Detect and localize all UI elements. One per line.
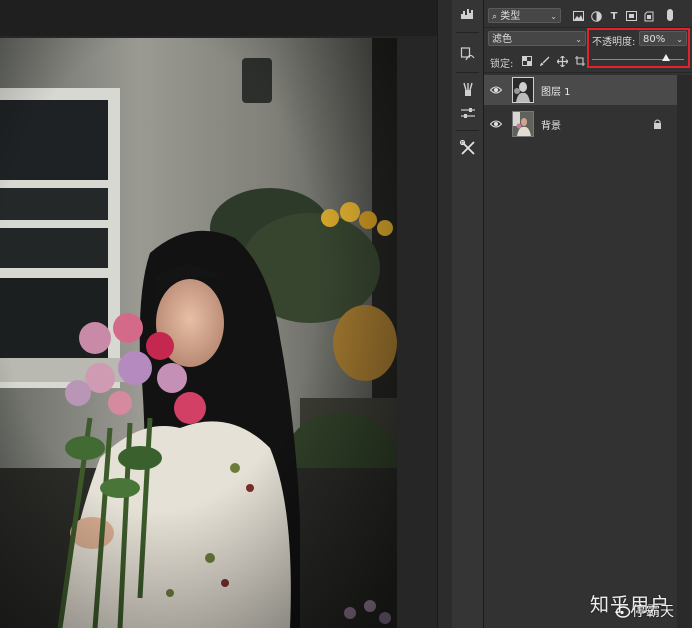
- lock-artboard-icon[interactable]: [574, 55, 586, 67]
- blend-mode-value: 滤色: [492, 34, 512, 45]
- dock-separator: [456, 32, 479, 33]
- blend-mode-select[interactable]: 滤色 ⌄: [488, 31, 586, 46]
- paths-icon[interactable]: [457, 43, 479, 65]
- brushes-icon[interactable]: [457, 79, 479, 101]
- document-canvas[interactable]: [0, 0, 437, 628]
- layers-scrollbar[interactable]: [677, 75, 692, 628]
- chevron-down-icon: ⌄: [575, 35, 582, 44]
- layer-row-layer-1[interactable]: 图层 1: [484, 75, 677, 105]
- smart-object-filter-icon[interactable]: [643, 10, 655, 22]
- dock-separator: [456, 130, 479, 131]
- lock-icon: [653, 119, 662, 132]
- panel-divider: [484, 72, 692, 73]
- opacity-highlight-box: [587, 28, 690, 68]
- canvas-pasteboard: [0, 0, 437, 36]
- layer-filter-select[interactable]: ⌕ 类型 ⌄: [488, 8, 561, 23]
- adjustments-icon[interactable]: [457, 102, 479, 124]
- search-icon: ⌕: [492, 12, 498, 22]
- watermark-subtext: 停霸天: [632, 604, 674, 620]
- shape-filter-icon[interactable]: [625, 10, 637, 22]
- filter-toggle-icon[interactable]: [664, 9, 676, 21]
- panel-icon-dock: [452, 0, 484, 628]
- layer-thumbnail: [512, 77, 534, 103]
- watermark: 知乎用户 停霸天: [586, 590, 691, 624]
- lock-paint-icon[interactable]: [539, 55, 551, 67]
- layer-name[interactable]: 图层 1: [541, 83, 571, 98]
- collapsed-dock-strip: [437, 0, 453, 628]
- photo-image[interactable]: [0, 38, 397, 628]
- type-filter-icon[interactable]: T: [608, 10, 620, 22]
- layer-thumbnail: [512, 111, 534, 137]
- tool-presets-icon[interactable]: [457, 137, 479, 159]
- visibility-eye-icon[interactable]: [489, 118, 503, 130]
- histogram-icon[interactable]: [457, 2, 479, 24]
- layers-panel: ⌕ 类型 ⌄ T 滤色 ⌄ 不透明度: 80% ⌄ 锁定: 图层 1 背景: [484, 0, 692, 628]
- layer-name[interactable]: 背景: [541, 117, 561, 132]
- adjustment-filter-icon[interactable]: [590, 10, 602, 22]
- visibility-eye-icon[interactable]: [489, 84, 503, 96]
- lock-move-icon[interactable]: [556, 55, 568, 67]
- layer-filter-label: 类型: [500, 11, 521, 22]
- portrait-photo: [0, 38, 397, 628]
- dock-separator: [456, 72, 479, 73]
- image-filter-icon[interactable]: [572, 10, 584, 22]
- chevron-down-icon: ⌄: [550, 12, 557, 21]
- layer-filter-row: ⌕ 类型 ⌄ T: [484, 0, 692, 28]
- weibo-icon: [615, 604, 632, 621]
- lock-label: 锁定:: [490, 59, 514, 70]
- lock-transparent-icon[interactable]: [521, 55, 533, 67]
- layer-row-background[interactable]: 背景: [484, 109, 677, 139]
